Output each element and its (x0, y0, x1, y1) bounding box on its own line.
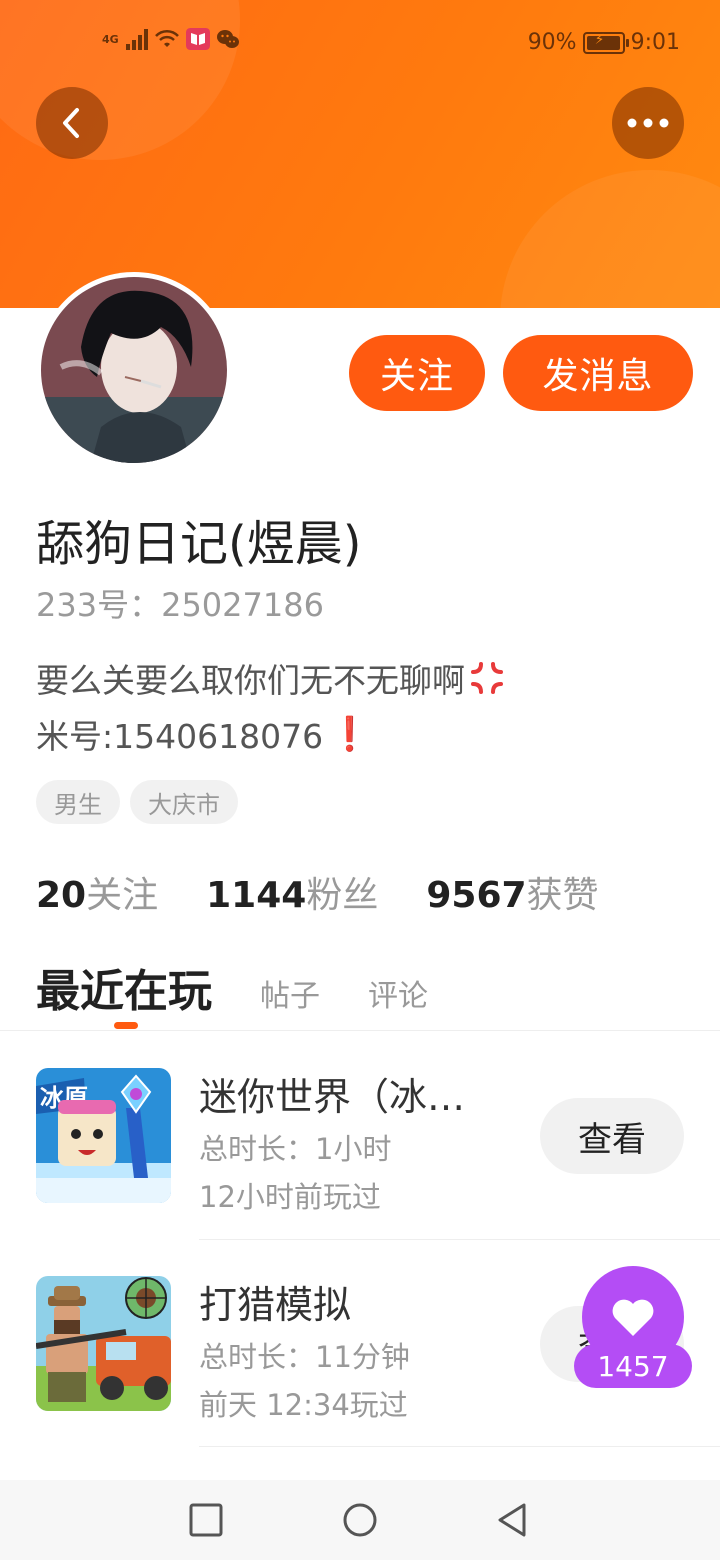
bio-line-1-text: 要么关要么取你们无不无聊啊 (36, 661, 465, 700)
back-nav-icon[interactable] (492, 1500, 532, 1540)
follow-button[interactable]: 关注 (349, 335, 485, 411)
wechat-icon (216, 30, 239, 48)
tab-comments[interactable]: 评论 (368, 971, 428, 1015)
row-divider (199, 1446, 720, 1447)
stat-likes[interactable]: 9567 获赞 (426, 866, 598, 918)
stat-following[interactable]: 20 关注 (36, 866, 158, 918)
recent-apps-icon[interactable] (186, 1500, 226, 1540)
stat-followers[interactable]: 1144 粉丝 (206, 866, 378, 918)
game-icon-mini-world: 冰原 (36, 1068, 171, 1203)
signal-icon (125, 28, 148, 50)
view-button[interactable]: 查看 (540, 1098, 684, 1174)
profile-stats: 20 关注 1144 粉丝 9567 获赞 (36, 866, 647, 918)
game-duration: 总时长：11分钟 (199, 1340, 410, 1374)
clock: 9:01 (630, 30, 680, 55)
send-message-button[interactable]: 发消息 (503, 335, 693, 411)
bio-line-1: 要么关要么取你们无不无聊啊 (36, 654, 505, 702)
wifi-icon (154, 29, 179, 47)
battery-icon: ⚡ (582, 31, 629, 54)
more-button[interactable] (612, 87, 684, 159)
stat-following-count: 20 (36, 875, 87, 916)
game-duration: 总时长：1小时 (199, 1132, 392, 1166)
profile-tags: 男生 大庆市 (36, 780, 238, 824)
avatar[interactable] (36, 272, 232, 468)
status-bar: 4G 90% ⚡ 9:01 (0, 0, 720, 84)
network-type: 4G (102, 32, 119, 46)
avatar-image (41, 277, 227, 463)
profile-tabs: 最近在玩 帖子 评论 (36, 955, 476, 1019)
stat-likes-count: 9567 (426, 875, 527, 916)
stat-likes-label: 获赞 (526, 875, 599, 916)
back-button[interactable] (36, 87, 108, 159)
book-app-icon (185, 28, 210, 50)
like-count: 1457 (574, 1344, 692, 1388)
game-icon-hunting-sim (36, 1276, 171, 1411)
tab-active-indicator (114, 1022, 138, 1029)
anger-emoji-icon (471, 662, 503, 694)
row-divider (199, 1239, 720, 1240)
bio-line-2-text: 米号:1540618076 (36, 717, 324, 756)
stat-followers-count: 1144 (206, 875, 307, 916)
exclamation-emoji-icon: ❗ (329, 714, 371, 753)
tab-posts[interactable]: 帖子 (260, 971, 320, 1015)
tab-recently-played[interactable]: 最近在玩 (36, 955, 212, 1019)
tabs-divider (0, 1030, 720, 1031)
stat-following-label: 关注 (86, 875, 159, 916)
game-title: 打猎模拟 (199, 1283, 352, 1327)
bio-line-2: 米号:1540618076 ❗ (36, 710, 370, 758)
tag-city: 大庆市 (130, 780, 238, 824)
tag-gender: 男生 (36, 780, 120, 824)
game-last-played: 12小时前玩过 (199, 1180, 381, 1214)
more-dots-icon (627, 118, 669, 128)
game-last-played: 前天 12:34玩过 (199, 1388, 408, 1422)
game-title: 迷你世界（冰… (199, 1075, 466, 1119)
home-icon[interactable] (340, 1500, 380, 1540)
stat-followers-label: 粉丝 (306, 875, 379, 916)
game-list-item[interactable]: 冰原 迷你世界（冰… 总时长：1小时 12小时前玩过 查看 (0, 1068, 720, 1268)
profile-name: 舔狗日记(煜晨) (36, 516, 362, 572)
system-nav-bar (0, 1480, 720, 1560)
profile-id: 233号：25027186 (36, 586, 324, 624)
chevron-left-icon (63, 108, 79, 138)
battery-percent: 90% (527, 30, 577, 55)
heart-icon (612, 1299, 654, 1336)
